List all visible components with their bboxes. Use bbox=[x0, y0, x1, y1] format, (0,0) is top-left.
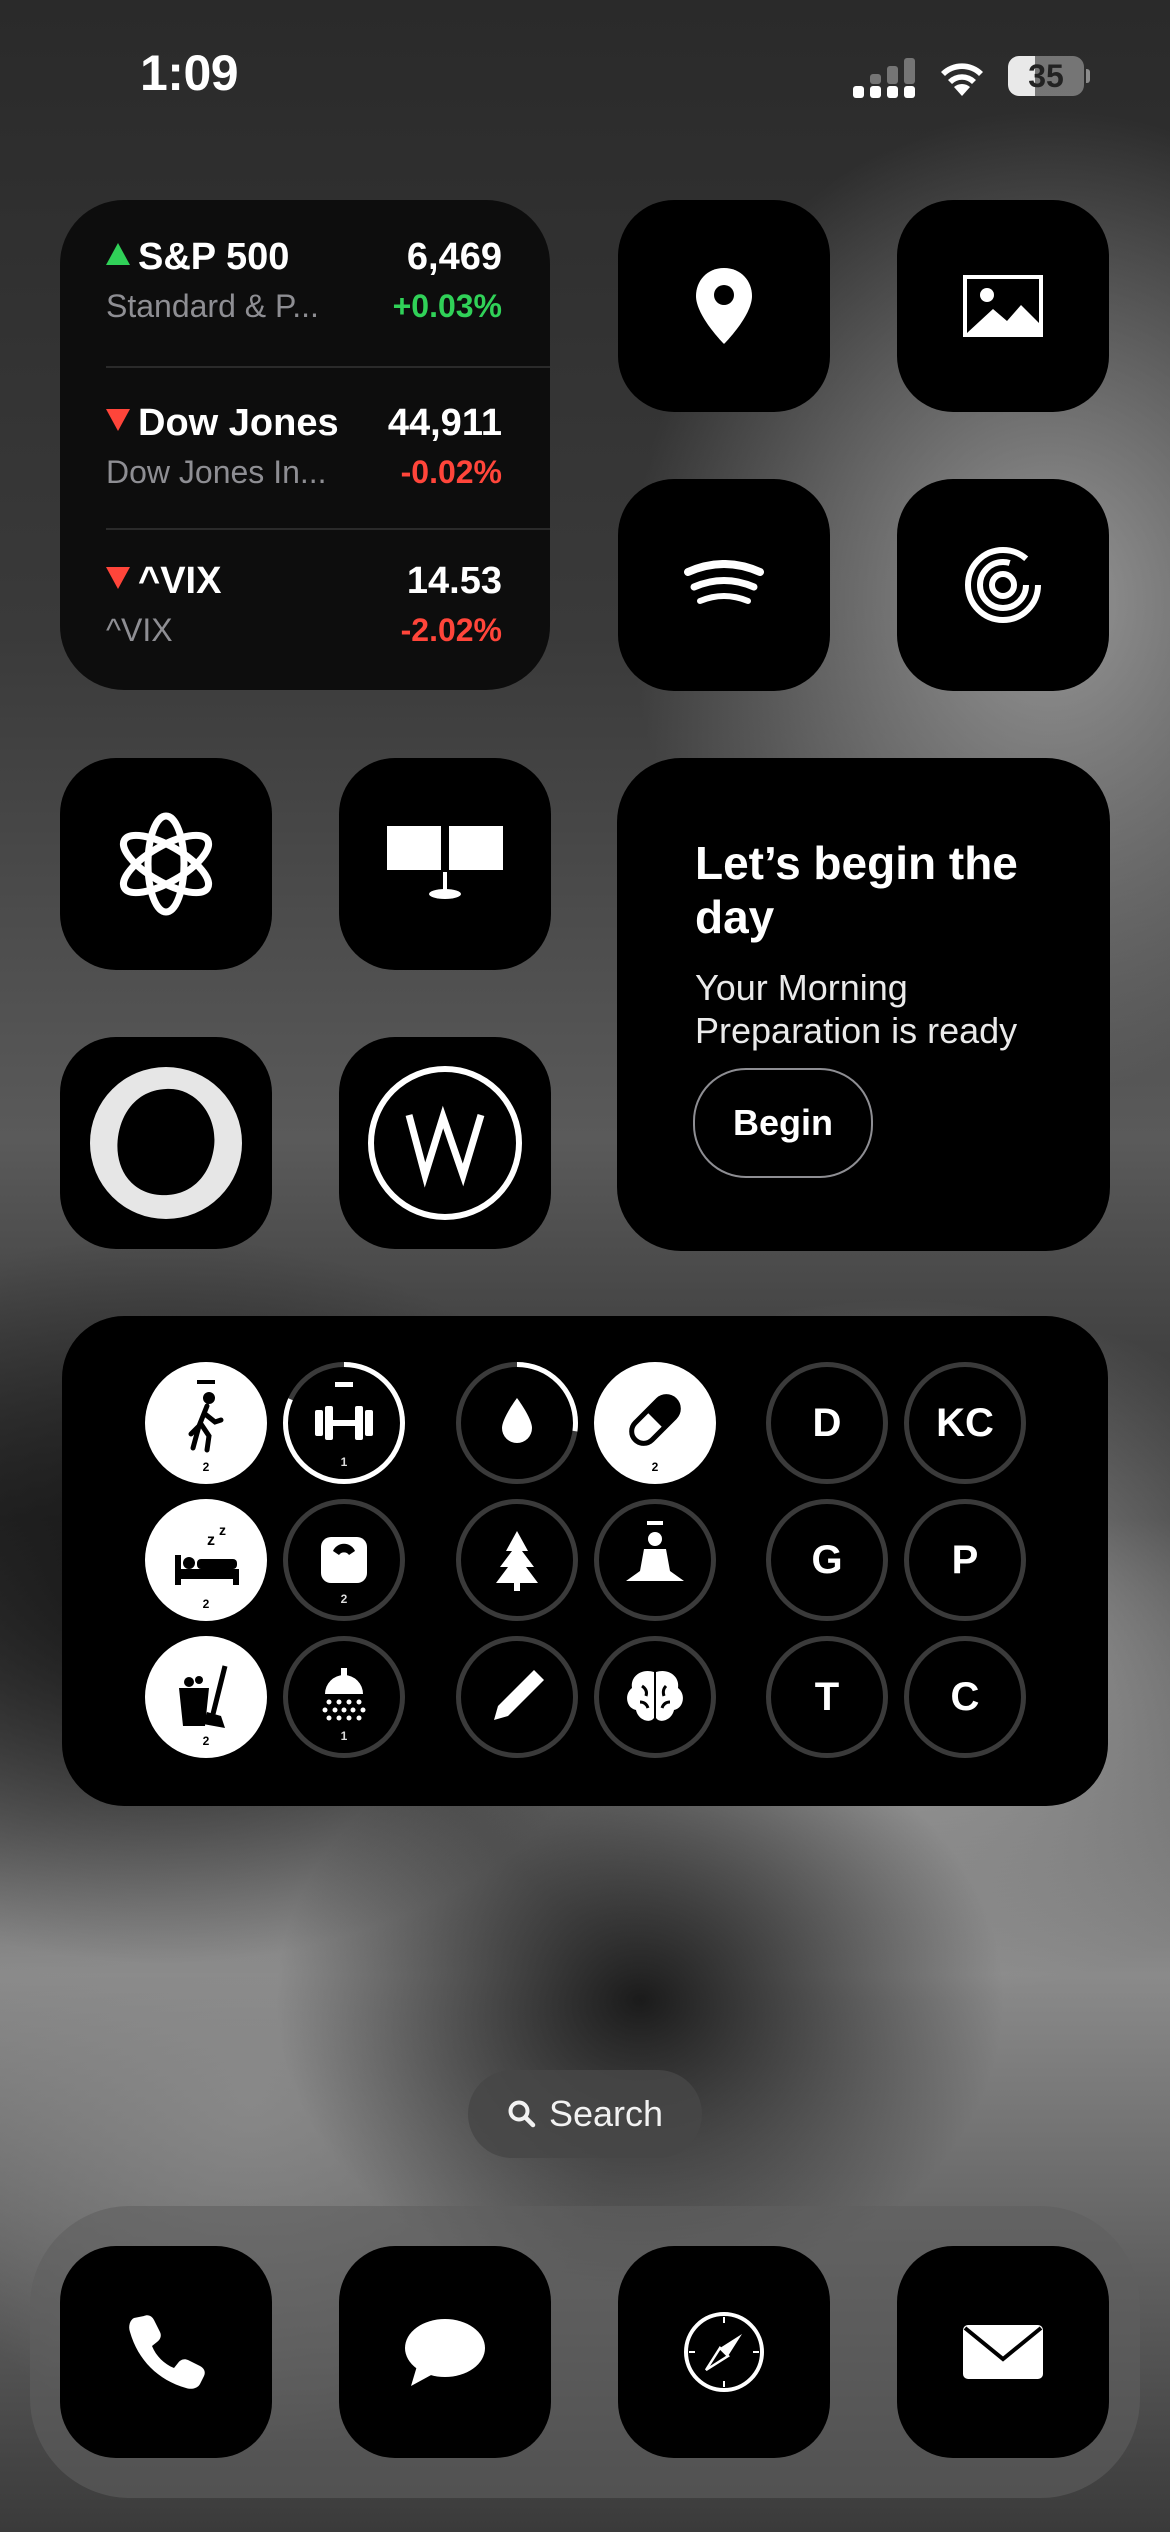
stocks-widget[interactable]: S&P 500 6,469 Standard & P... +0.03% Dow… bbox=[60, 200, 550, 690]
app-icon-displays[interactable] bbox=[339, 758, 551, 970]
stock-price: 6,469 bbox=[406, 236, 502, 278]
habit-water[interactable] bbox=[456, 1362, 578, 1484]
habit-workout[interactable]: 1 bbox=[283, 1362, 405, 1484]
stock-price: 44,911 bbox=[387, 402, 502, 444]
morning-preparation-widget[interactable]: Let’s begin the day Your Morning Prepara… bbox=[617, 758, 1110, 1251]
begin-button[interactable]: Begin bbox=[693, 1068, 873, 1178]
app-icon-w[interactable] bbox=[339, 1037, 551, 1249]
ring-blob-icon bbox=[90, 1067, 242, 1219]
stock-row[interactable]: Dow Jones 44,911 Dow Jones In... -0.02% bbox=[106, 366, 502, 526]
habit-weigh[interactable]: 2 bbox=[283, 1499, 405, 1621]
habit-letter-p[interactable]: P bbox=[904, 1499, 1026, 1621]
habit-shower[interactable]: 1 bbox=[283, 1636, 405, 1758]
down-arrow-icon bbox=[106, 567, 130, 589]
search-label: Search bbox=[548, 2093, 664, 2134]
habit-journal[interactable] bbox=[456, 1636, 578, 1758]
habit-meditation[interactable] bbox=[594, 1499, 716, 1621]
habit-sleep[interactable]: z z 2 bbox=[145, 1499, 267, 1621]
stock-change: +0.03% bbox=[392, 288, 502, 324]
app-icon-spotify[interactable] bbox=[618, 479, 830, 691]
app-icon-photos[interactable] bbox=[897, 200, 1109, 412]
location-pin-icon bbox=[696, 268, 752, 344]
meditation-icon bbox=[626, 1521, 684, 1581]
wifi-icon bbox=[941, 63, 983, 96]
habit-letter-c[interactable]: C bbox=[904, 1636, 1026, 1758]
water-drop-icon bbox=[502, 1398, 532, 1443]
habit-walk[interactable]: 2 bbox=[145, 1362, 267, 1484]
habit-cleaning[interactable]: 2 bbox=[145, 1636, 267, 1758]
envelope-icon bbox=[963, 2325, 1043, 2379]
brain-icon bbox=[627, 1670, 683, 1721]
stock-full-name: ^VIX bbox=[106, 612, 173, 648]
habit-medication[interactable]: 2 bbox=[594, 1362, 716, 1484]
stock-row[interactable]: S&P 500 6,469 Standard & P... +0.03% bbox=[106, 200, 502, 360]
habit-letter-g[interactable]: G bbox=[766, 1499, 888, 1621]
cellular-signal-icon bbox=[853, 58, 915, 98]
widget-title: Let’s begin the day bbox=[695, 837, 1018, 943]
stock-change: -0.02% bbox=[400, 454, 502, 490]
w-circle-icon bbox=[368, 1066, 522, 1220]
widget-subtitle: Your Morning Preparation is ready bbox=[695, 967, 1018, 1051]
stock-full-name: Standard & P... bbox=[106, 288, 319, 324]
dock-app-mail[interactable] bbox=[897, 2246, 1109, 2458]
svg-text:z: z bbox=[219, 1522, 226, 1538]
stock-symbol: ^VIX bbox=[138, 560, 222, 602]
spotify-icon bbox=[684, 560, 764, 604]
stock-price: 14.53 bbox=[406, 560, 502, 602]
dock-app-phone[interactable] bbox=[60, 2246, 272, 2458]
habits-widget[interactable]: 2 1 z z 2 2 2 1 2 D KC G P T C bbox=[62, 1316, 1108, 1806]
stock-change: -2.02% bbox=[400, 612, 502, 648]
phone-icon bbox=[129, 2315, 205, 2389]
dual-monitor-icon bbox=[387, 826, 503, 899]
app-icon-blob[interactable] bbox=[60, 1037, 272, 1249]
down-arrow-icon bbox=[106, 409, 130, 431]
stock-full-name: Dow Jones In... bbox=[106, 454, 327, 490]
app-icon-chatgpt[interactable] bbox=[60, 758, 272, 970]
compass-icon bbox=[684, 2312, 764, 2392]
status-time: 1:09 bbox=[140, 45, 239, 101]
habit-letter-t[interactable]: T bbox=[766, 1636, 888, 1758]
habit-brain[interactable] bbox=[594, 1636, 716, 1758]
message-bubble-icon bbox=[405, 2319, 485, 2386]
image-icon bbox=[963, 275, 1043, 337]
up-arrow-icon bbox=[106, 243, 130, 265]
habit-letter-d[interactable]: D bbox=[766, 1362, 888, 1484]
app-icon-fitness[interactable] bbox=[897, 479, 1109, 691]
openai-knot-icon bbox=[119, 812, 213, 916]
pen-icon bbox=[494, 1670, 544, 1720]
battery-percent: 35 bbox=[1028, 58, 1064, 94]
habit-tree[interactable] bbox=[456, 1499, 578, 1621]
dock-app-safari[interactable] bbox=[618, 2246, 830, 2458]
svg-text:z: z bbox=[207, 1532, 215, 1549]
stock-row[interactable]: ^VIX 14.53 ^VIX -2.02% bbox=[106, 524, 502, 684]
app-icon-maps[interactable] bbox=[618, 200, 830, 412]
stock-symbol: Dow Jones bbox=[138, 402, 339, 444]
activity-rings-icon bbox=[965, 547, 1041, 623]
habit-letter-kc[interactable]: KC bbox=[904, 1362, 1026, 1484]
search-icon bbox=[508, 2100, 536, 2128]
battery-indicator: 35 bbox=[1008, 56, 1090, 96]
stock-symbol: S&P 500 bbox=[138, 236, 290, 278]
home-search-button[interactable]: Search bbox=[468, 2070, 702, 2158]
dock-app-messages[interactable] bbox=[339, 2246, 551, 2458]
tree-icon bbox=[496, 1531, 538, 1591]
